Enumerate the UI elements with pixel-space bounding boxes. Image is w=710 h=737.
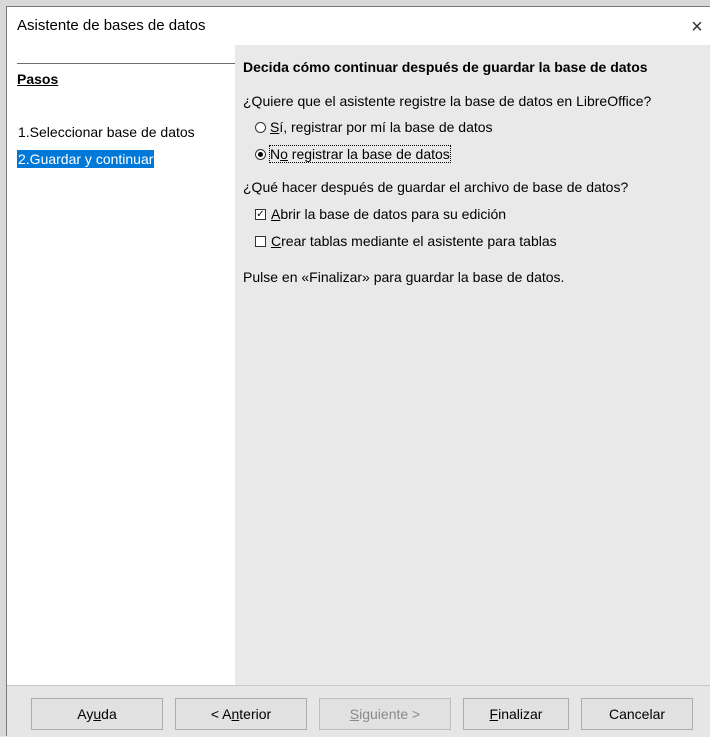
register-no-radio[interactable]: No registrar la base de datos — [255, 145, 451, 163]
page-heading: Decida cómo continuar después de guardar… — [243, 59, 648, 75]
create-tables-label: Crear tablas mediante el asistente para … — [271, 233, 557, 249]
next-button[interactable]: Siguiente > — [319, 698, 451, 730]
back-button-label: < Anterior — [210, 706, 272, 722]
database-wizard-dialog: Asistente de bases de datos × Pasos 1.Se… — [6, 6, 710, 737]
after-save-question: ¿Qué hacer después de guardar el archivo… — [243, 179, 629, 195]
finish-button-label: Finalizar — [489, 706, 543, 722]
button-bar: Ayuda < Anterior Siguiente > Finalizar C… — [7, 685, 710, 737]
steps-pane — [7, 45, 235, 685]
finish-note: Pulse en «Finalizar» para guardar la bas… — [243, 269, 565, 285]
open-for-editing-checkbox[interactable]: ✓ Abrir la base de datos para su edición — [255, 206, 506, 222]
finish-button[interactable]: Finalizar — [463, 698, 569, 730]
register-yes-label: Sí, registrar por mí la base de datos — [270, 119, 493, 135]
checkbox-checked-icon[interactable]: ✓ — [255, 208, 266, 220]
radio-button-selected-icon[interactable] — [255, 148, 266, 160]
steps-divider — [17, 63, 235, 64]
desktop-frame: Asistente de bases de datos × Pasos 1.Se… — [0, 0, 710, 737]
create-tables-checkbox[interactable]: Crear tablas mediante el asistente para … — [255, 233, 557, 249]
register-yes-label-rest: í, registrar por mí la base de datos — [279, 119, 493, 135]
register-question: ¿Quiere que el asistente registre la bas… — [243, 93, 652, 109]
open-for-editing-label: Abrir la base de datos para su edición — [271, 206, 507, 222]
title-bar: Asistente de bases de datos × — [7, 7, 710, 45]
cancel-button[interactable]: Cancelar — [581, 698, 693, 730]
checkbox-unchecked-icon[interactable] — [255, 235, 266, 247]
back-button[interactable]: < Anterior — [175, 698, 307, 730]
register-yes-radio[interactable]: Sí, registrar por mí la base de datos — [255, 119, 493, 135]
register-no-label: No registrar la base de datos — [269, 145, 451, 163]
step-select-database[interactable]: 1.Seleccionar base de datos — [17, 123, 196, 141]
step-save-and-continue[interactable]: 2.Guardar y continuar — [17, 150, 155, 168]
help-button[interactable]: Ayuda — [31, 698, 163, 730]
radio-button-icon[interactable] — [255, 121, 266, 133]
steps-title: Pasos — [17, 71, 59, 87]
window-title: Asistente de bases de datos — [17, 17, 206, 34]
close-icon[interactable]: × — [683, 13, 710, 41]
content-pane — [235, 45, 710, 685]
help-button-label: Ayuda — [77, 706, 117, 722]
next-button-label: Siguiente > — [349, 706, 421, 722]
